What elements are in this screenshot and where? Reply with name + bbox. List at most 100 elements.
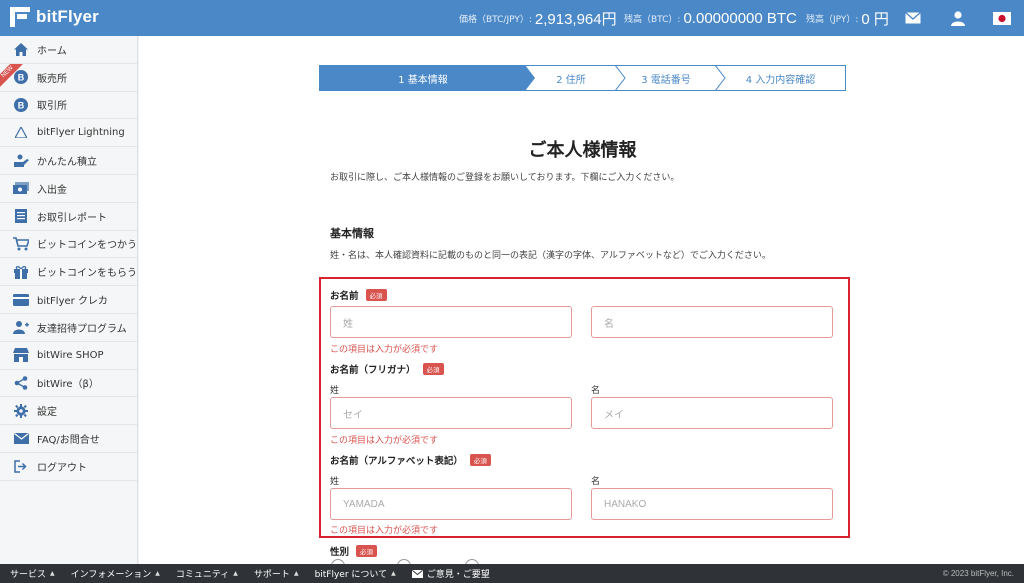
- alpha-first-label: 名: [591, 477, 601, 487]
- top-header: bitFlyer 価格（BTC/JPY）: 2,913,964円 残高（BTC）…: [0, 0, 1024, 36]
- sidebar-item-label: ビットコインをもらう: [37, 268, 137, 280]
- sidebar: ホーム NEW B 販売所 B 取引所 bitFlyer Lightning か…: [0, 36, 138, 564]
- caret-up-icon: ▲: [155, 570, 160, 577]
- sidebar-item-logout[interactable]: ログアウト: [0, 453, 137, 481]
- sidebar-item-label: bitWire SHOP: [37, 349, 104, 361]
- japan-flag-icon[interactable]: [992, 8, 1012, 28]
- logo-text: bitFlyer: [36, 7, 100, 26]
- sidebar-item-deposit[interactable]: 入出金: [0, 175, 137, 203]
- last-name-alpha-input[interactable]: YAMADA: [330, 488, 572, 520]
- required-badge: 必須: [365, 289, 387, 301]
- sidebar-item-bitwire-shop[interactable]: bitWire SHOP: [0, 342, 137, 370]
- name-error: この項目は入力が必須です: [330, 345, 439, 355]
- step-confirm: 4 入力内容確認: [716, 65, 846, 91]
- sidebar-item-report[interactable]: お取引レポート: [0, 203, 137, 231]
- step-label: 2 住所: [556, 74, 586, 86]
- shop-icon: [13, 347, 29, 363]
- first-name-alpha-input[interactable]: HANAKO: [591, 488, 833, 520]
- sidebar-item-label: 販売所: [37, 73, 67, 85]
- name-label: お名前 必須: [330, 288, 387, 302]
- bitflyer-logo-icon: [10, 7, 30, 27]
- section-description: 姓・名は、本人確認資料に記載のものと同一の表記（漢字の字体、アルファベットなど）…: [330, 251, 771, 261]
- sidebar-item-bitwire[interactable]: bitWire（β）: [0, 370, 137, 398]
- footer-menu-label: サービス: [10, 570, 47, 580]
- step-label: 4 入力内容確認: [745, 74, 816, 86]
- user-icon[interactable]: [948, 8, 968, 28]
- alpha-error: この項目は入力が必須です: [330, 526, 439, 536]
- sidebar-item-label: FAQ/お問合せ: [37, 435, 100, 447]
- sidebar-item-get-bitcoin[interactable]: ビットコインをもらう: [0, 258, 137, 287]
- required-badge: 必須: [469, 454, 491, 466]
- report-icon: [13, 208, 29, 224]
- gift-icon: [13, 264, 29, 280]
- mail-icon: [13, 431, 29, 447]
- step-label: 3 電話番号: [641, 74, 691, 86]
- progress-steps: 1 基本情報 2 住所 3 電話番号 4 入力内容確認: [319, 65, 846, 91]
- sidebar-item-lightning[interactable]: bitFlyer Lightning: [0, 119, 137, 148]
- invite-icon: [13, 319, 29, 335]
- copyright: © 2023 bitFlyer, Inc.: [942, 569, 1014, 578]
- lightning-icon: [13, 125, 29, 141]
- required-badge: 必須: [422, 363, 444, 375]
- btc-balance-value: 0.00000000 BTC: [683, 9, 797, 27]
- home-icon: [13, 41, 29, 57]
- step-address: 2 住所: [526, 65, 626, 91]
- jpy-balance-label: 残高（JPY）:: [806, 14, 859, 25]
- sidebar-item-exchange[interactable]: B 取引所: [0, 92, 137, 120]
- feedback-label: ご意見・ご要望: [426, 570, 490, 580]
- footer-menu-information[interactable]: インフォメーション ▲: [71, 567, 160, 580]
- page-description: お取引に際し、ご本人様情報のご登録をお願いしております。下欄にご入力ください。: [330, 173, 680, 183]
- jpy-balance-value: 0 円: [861, 10, 889, 28]
- gear-icon: [13, 403, 29, 419]
- sidebar-item-label: かんたん積立: [37, 157, 97, 169]
- sidebar-item-label: 友達招待プログラム: [37, 323, 127, 335]
- gender-label-text: 性別: [330, 547, 350, 558]
- bottom-footer: サービス ▲ インフォメーション ▲ コミュニティ ▲ サポート ▲ bitFlyer …: [0, 564, 1024, 583]
- sidebar-item-easy-savings[interactable]: かんたん積立: [0, 147, 137, 175]
- caret-up-icon: ▲: [233, 570, 238, 577]
- sidebar-item-label: 設定: [37, 407, 57, 419]
- sidebar-item-label: ログアウト: [37, 462, 87, 474]
- first-name-kana-input[interactable]: メイ: [591, 397, 833, 429]
- last-name-kana-input[interactable]: セイ: [330, 397, 572, 429]
- sidebar-item-settings[interactable]: 設定: [0, 397, 137, 426]
- sidebar-item-label: ビットコインをつかう: [37, 240, 137, 252]
- caret-up-icon: ▲: [293, 570, 299, 577]
- money-icon: [13, 180, 29, 196]
- sidebar-item-credit-card[interactable]: bitFlyer クレカ: [0, 286, 137, 314]
- sidebar-item-sales[interactable]: NEW B 販売所: [0, 63, 137, 92]
- step-phone: 3 電話番号: [616, 65, 726, 91]
- alpha-last-label: 姓: [330, 477, 340, 487]
- footer-menu-services[interactable]: サービス ▲: [10, 567, 55, 580]
- kana-label-text: お名前（フリガナ）: [330, 365, 416, 376]
- svg-text:B: B: [18, 73, 25, 83]
- sidebar-item-invite[interactable]: 友達招待プログラム: [0, 314, 137, 342]
- sidebar-item-label: bitFlyer Lightning: [37, 127, 125, 139]
- mail-icon[interactable]: [903, 8, 923, 28]
- alpha-label: お名前（アルファベット表記） 必須: [330, 453, 491, 467]
- caret-up-icon: ▲: [50, 570, 55, 577]
- logout-icon: [13, 458, 29, 474]
- footer-menu-label: サポート: [253, 570, 290, 580]
- first-name-input[interactable]: 名: [591, 306, 833, 338]
- bitflyer-logo[interactable]: bitFlyer: [10, 7, 99, 27]
- btc-balance-label: 残高（BTC）:: [624, 14, 681, 25]
- footer-menu-support[interactable]: サポート ▲: [254, 567, 299, 580]
- last-name-input[interactable]: 姓: [330, 306, 572, 338]
- footer-menu-label: コミュニティ: [175, 570, 230, 580]
- sidebar-item-home[interactable]: ホーム: [0, 36, 137, 64]
- btc-price: 価格（BTC/JPY）: 2,913,964円: [459, 0, 617, 36]
- footer-menu-label: インフォメーション: [70, 570, 152, 580]
- footer-menu-community[interactable]: コミュニティ ▲: [176, 567, 238, 580]
- gender-label: 性別 必須: [330, 544, 378, 558]
- sidebar-item-use-bitcoin[interactable]: ビットコインをつかう: [0, 231, 137, 259]
- footer-feedback-link[interactable]: ご意見・ご要望: [411, 567, 490, 580]
- section-title: 基本情報: [330, 227, 374, 240]
- footer-menu-about[interactable]: bitFlyer について ▲: [315, 567, 396, 580]
- step-label: 1 基本情報: [398, 74, 448, 86]
- bitcoin-icon: B: [13, 97, 29, 113]
- footer-menu-label: bitFlyer について: [314, 570, 388, 580]
- alpha-label-text: お名前（アルファベット表記）: [330, 456, 463, 467]
- sidebar-item-faq[interactable]: FAQ/お問合せ: [0, 425, 137, 453]
- kana-first-label: 名: [591, 386, 601, 396]
